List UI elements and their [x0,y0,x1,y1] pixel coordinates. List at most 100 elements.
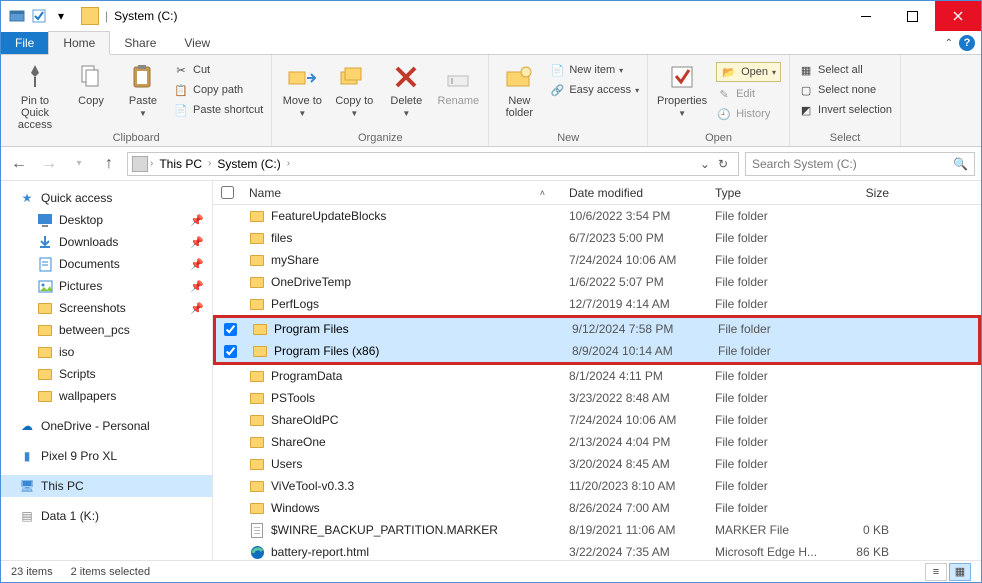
copy-path-button[interactable]: 📋Copy path [171,81,265,99]
table-row[interactable]: PerfLogs12/7/2019 4:14 AMFile folder [213,293,981,315]
search-icon: 🔍 [953,157,968,171]
history-icon: 🕘 [716,106,732,122]
documents-icon [37,256,53,272]
table-row[interactable]: files6/7/2023 5:00 PMFile folder [213,227,981,249]
navbar: ← → ▾ ↑ › This PC › System (C:) › ⌄ ↻ Se… [1,147,981,181]
select-none-button[interactable]: ▢Select none [796,81,894,99]
table-row[interactable]: FeatureUpdateBlocks10/6/2022 3:54 PMFile… [213,205,981,227]
nav-item[interactable]: Pictures📌 [1,275,212,297]
recent-locations-button[interactable]: ▾ [67,152,91,176]
move-to-button[interactable]: Move to▼ [278,59,326,118]
minimize-button[interactable] [843,1,889,31]
tab-file[interactable]: File [1,32,48,54]
select-all-button[interactable]: ▦Select all [796,61,894,79]
copy-path-icon: 📋 [173,82,189,98]
table-row[interactable]: OneDriveTemp1/6/2022 5:07 PMFile folder [213,271,981,293]
folder-icon [252,343,268,359]
select-all-checkbox[interactable] [221,186,234,199]
edge-icon [249,544,265,560]
file-icon [249,522,265,538]
easy-access-button[interactable]: 🔗Easy access ▾ [547,81,641,99]
table-row[interactable]: Windows8/26/2024 7:00 AMFile folder [213,497,981,519]
nav-onedrive[interactable]: ☁OneDrive - Personal [1,415,212,437]
breadcrumb[interactable]: This PC [155,157,206,171]
scissors-icon: ✂ [173,62,189,78]
column-type[interactable]: Type [715,186,835,200]
folder-icon [252,321,268,337]
nav-this-pc[interactable]: 🖥This PC [1,475,212,497]
up-button[interactable]: ↑ [97,152,121,176]
collapse-ribbon-icon[interactable]: ⌃ [945,38,953,49]
copy-button[interactable]: Copy [67,59,115,107]
nav-item[interactable]: Desktop📌 [1,209,212,231]
folder-icon [249,500,265,516]
table-row[interactable]: ShareOne2/13/2024 4:04 PMFile folder [213,431,981,453]
refresh-icon[interactable]: ↻ [718,157,728,171]
invert-selection-button[interactable]: ◩Invert selection [796,101,894,119]
table-row[interactable]: Program Files (x86)8/9/2024 10:14 AMFile… [216,340,978,362]
pin-icon: 📌 [190,258,204,271]
delete-button[interactable]: Delete▼ [382,59,430,118]
nav-item[interactable]: wallpapers [1,385,212,407]
table-row[interactable]: $WINRE_BACKUP_PARTITION.MARKER8/19/2021 … [213,519,981,541]
nav-item[interactable]: Downloads📌 [1,231,212,253]
nav-item[interactable]: Screenshots📌 [1,297,212,319]
view-icons-button[interactable]: ▦ [949,563,971,581]
table-row[interactable]: ProgramData8/1/2024 4:11 PMFile folder [213,365,981,387]
open-button[interactable]: 📂Open▾ [714,61,783,83]
nav-item[interactable]: Scripts [1,363,212,385]
column-date[interactable]: Date modified [569,186,715,200]
address-bar[interactable]: › This PC › System (C:) › ⌄ ↻ [127,152,739,176]
view-details-button[interactable]: ≡ [925,563,947,581]
forward-button[interactable]: → [37,152,61,176]
column-size[interactable]: Size [835,186,905,200]
column-name[interactable]: Name˄ [249,186,569,200]
folder-icon [37,344,53,360]
breadcrumb[interactable]: System (C:) [213,157,284,171]
edit-button[interactable]: ✎Edit [714,85,783,103]
column-headers: Name˄ Date modified Type Size [213,181,981,205]
maximize-button[interactable] [889,1,935,31]
history-dropdown-icon[interactable]: ⌄ [700,157,710,171]
tab-share[interactable]: Share [110,32,170,54]
help-icon[interactable]: ? [959,35,975,51]
paste-shortcut-button[interactable]: 📄Paste shortcut [171,101,265,119]
rename-button[interactable]: Rename [434,59,482,107]
copy-to-button[interactable]: Copy to▼ [330,59,378,118]
pc-icon: 🖥 [19,478,35,494]
table-row[interactable]: Users3/20/2024 8:45 AMFile folder [213,453,981,475]
select-all-icon: ▦ [798,62,814,78]
table-row[interactable]: ShareOldPC7/24/2024 10:06 AMFile folder [213,409,981,431]
history-button[interactable]: 🕘History [714,105,783,123]
folder-icon [37,300,53,316]
new-item-button[interactable]: 📄New item ▾ [547,61,641,79]
nav-item[interactable]: Documents📌 [1,253,212,275]
new-folder-button[interactable]: New folder [495,59,543,119]
table-row[interactable]: myShare7/24/2024 10:06 AMFile folder [213,249,981,271]
properties-button[interactable]: Properties▼ [654,59,710,118]
qat-explorer-icon[interactable] [7,6,27,26]
tab-view[interactable]: View [170,32,224,54]
row-checkbox[interactable] [224,345,237,358]
paste-button[interactable]: Paste ▼ [119,59,167,118]
cut-button[interactable]: ✂Cut [171,61,265,79]
qat-dropdown-icon[interactable]: ▾ [51,6,71,26]
close-button[interactable] [935,1,981,31]
table-row[interactable]: battery-report.html3/22/2024 7:35 AMMicr… [213,541,981,560]
pin-to-quick-access-button[interactable]: Pin to Quick access [7,59,63,131]
table-row[interactable]: ViVeTool-v0.3.311/20/2023 8:10 AMFile fo… [213,475,981,497]
table-row[interactable]: Program Files9/12/2024 7:58 PMFile folde… [216,318,978,340]
qat-checkbox-icon[interactable] [29,6,49,26]
search-input[interactable]: Search System (C:) 🔍 [745,152,975,176]
nav-quick-access[interactable]: ★Quick access [1,187,212,209]
tab-home[interactable]: Home [48,31,110,55]
row-checkbox[interactable] [224,323,237,336]
folder-icon [249,412,265,428]
back-button[interactable]: ← [7,152,31,176]
group-label-clipboard: Clipboard [7,131,265,145]
nav-item[interactable]: iso [1,341,212,363]
nav-pixel[interactable]: ▮Pixel 9 Pro XL [1,445,212,467]
nav-data1[interactable]: ▤Data 1 (K:) [1,505,212,527]
table-row[interactable]: PSTools3/23/2022 8:48 AMFile folder [213,387,981,409]
nav-item[interactable]: between_pcs [1,319,212,341]
